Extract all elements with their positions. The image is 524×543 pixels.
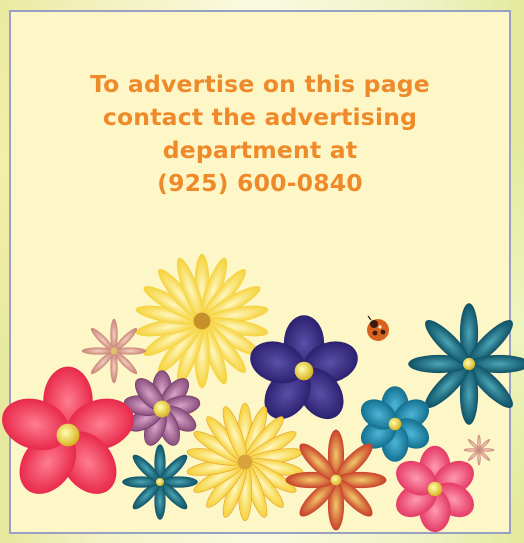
ladybug-icon (367, 315, 389, 341)
mauve-flower-icon (121, 369, 203, 450)
pink-flower-icon (389, 445, 481, 533)
red-flower-icon (0, 366, 141, 505)
pink-star-flower-icon (81, 318, 147, 384)
yellow-daisy-icon (134, 253, 270, 389)
tiny-star-icon (463, 434, 495, 466)
small-teal-flower-icon (122, 444, 198, 520)
orange-daisy-icon (184, 402, 306, 522)
flower-decorations (0, 253, 524, 533)
red-star-flower-icon (285, 429, 387, 531)
